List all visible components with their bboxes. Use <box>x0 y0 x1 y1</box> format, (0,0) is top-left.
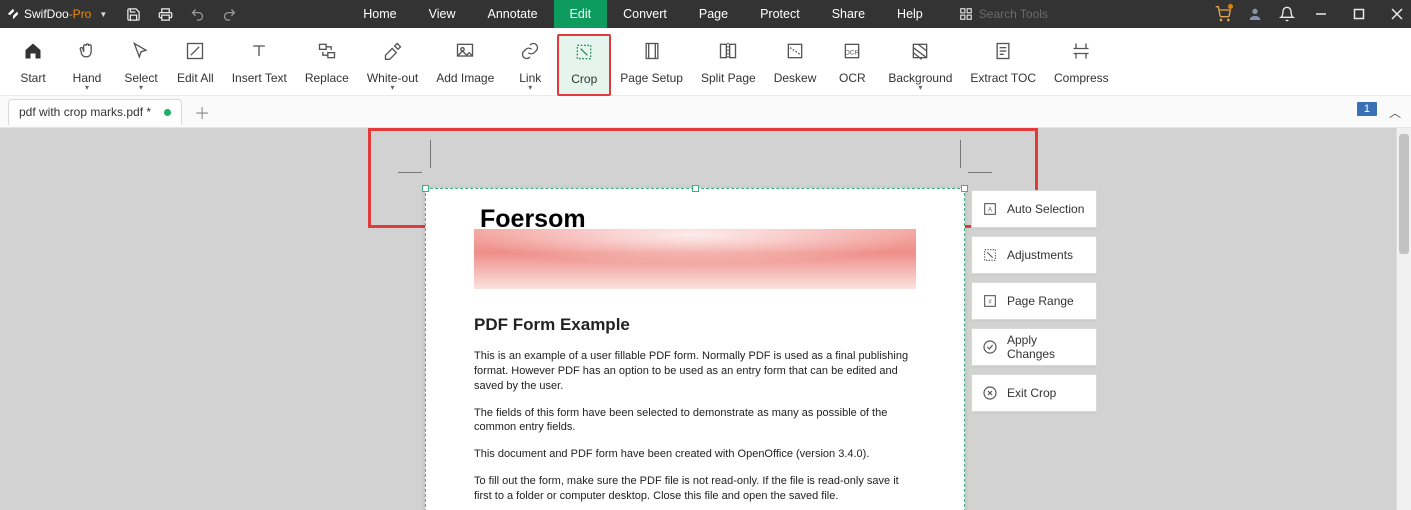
save-icon[interactable] <box>125 6 141 22</box>
crop-handle[interactable] <box>422 185 429 192</box>
menu-annotate[interactable]: Annotate <box>472 0 554 28</box>
doc-paragraph: The fields of this form have been select… <box>474 406 916 436</box>
page-counter[interactable]: 1 <box>1357 102 1377 116</box>
doc-paragraph: To fill out the form, make sure the PDF … <box>474 474 916 504</box>
menu-help[interactable]: Help <box>881 0 939 28</box>
apps-icon <box>959 7 973 21</box>
crop-page-range[interactable]: # Page Range <box>971 282 1097 320</box>
tab-modified-dot <box>164 109 171 116</box>
ribbon-whiteout[interactable]: White-out▾ <box>358 34 427 96</box>
svg-text:A: A <box>988 208 992 214</box>
app-icon <box>6 7 20 21</box>
ribbon-replace[interactable]: Replace <box>296 34 358 96</box>
svg-text:#: # <box>988 300 992 306</box>
crop-mark <box>960 140 961 168</box>
vertical-scrollbar[interactable] <box>1396 128 1411 510</box>
document-tab[interactable]: pdf with crop marks.pdf * <box>8 99 182 125</box>
app-name: SwifDoo-Pro <box>24 7 91 21</box>
scrollbar-thumb[interactable] <box>1399 134 1409 254</box>
menu-page[interactable]: Page <box>683 0 744 28</box>
undo-icon[interactable] <box>189 6 205 22</box>
search-input[interactable] <box>979 7 1089 21</box>
add-tab-button[interactable]: ＋ <box>194 100 210 124</box>
ribbon-select[interactable]: Select▾ <box>114 34 168 96</box>
app-logo: SwifDoo-Pro ▼ <box>6 7 111 21</box>
crop-mark <box>968 172 992 173</box>
ribbon-deskew[interactable]: Deskew <box>765 34 826 96</box>
crop-mark <box>398 172 422 173</box>
menu-convert[interactable]: Convert <box>607 0 683 28</box>
app-dropdown-icon[interactable]: ▼ <box>99 10 107 19</box>
ribbon-start[interactable]: Start <box>6 34 60 96</box>
doc-heading: PDF Form Example <box>474 315 916 335</box>
menu-protect[interactable]: Protect <box>744 0 816 28</box>
ribbon-crop[interactable]: Crop <box>557 34 611 96</box>
crop-panel: A Auto Selection Adjustments # Page Rang… <box>971 190 1097 412</box>
document-content: Foersom PDF Form Example This is an exam… <box>426 189 964 510</box>
crop-auto-selection[interactable]: A Auto Selection <box>971 190 1097 228</box>
crop-apply-changes[interactable]: Apply Changes <box>971 328 1097 366</box>
doc-banner <box>474 229 916 289</box>
ribbon-link[interactable]: Link▾ <box>503 34 557 96</box>
crop-mark <box>430 140 431 168</box>
menu-edit[interactable]: Edit <box>554 0 608 28</box>
ribbon-inserttext[interactable]: Insert Text <box>223 34 296 96</box>
canvas[interactable]: Foersom PDF Form Example This is an exam… <box>0 128 1396 510</box>
doc-paragraph: This is an example of a user fillable PD… <box>474 349 916 394</box>
ribbon-hand[interactable]: Hand▾ <box>60 34 114 96</box>
menu-view[interactable]: View <box>413 0 472 28</box>
page-crop-selection[interactable]: Foersom PDF Form Example This is an exam… <box>425 188 965 510</box>
user-icon[interactable] <box>1247 6 1263 22</box>
redo-icon[interactable] <box>221 6 237 22</box>
print-icon[interactable] <box>157 6 173 22</box>
menu-home[interactable]: Home <box>347 0 412 28</box>
ribbon-background[interactable]: Background▾ <box>879 34 961 96</box>
ribbon-splitpage[interactable]: Split Page <box>692 34 765 96</box>
ribbon-compress[interactable]: Compress <box>1045 34 1118 96</box>
bell-icon[interactable] <box>1279 6 1295 22</box>
ribbon: Start Hand▾ Select▾ Edit All Insert Text… <box>0 28 1411 96</box>
ribbon-extracttoc[interactable]: Extract TOC <box>961 34 1045 96</box>
workarea: Foersom PDF Form Example This is an exam… <box>0 128 1411 510</box>
svg-text:OCR: OCR <box>845 49 860 56</box>
shop-icon[interactable] <box>1215 6 1231 22</box>
menubar: Home View Annotate Edit Convert Page Pro… <box>347 0 938 28</box>
close-button[interactable] <box>1389 6 1405 22</box>
ribbon-ocr[interactable]: OCROCR <box>825 34 879 96</box>
titlebar: SwifDoo-Pro ▼ Home View Annotate Edit Co… <box>0 0 1411 28</box>
crop-exit[interactable]: Exit Crop <box>971 374 1097 412</box>
ribbon-editall[interactable]: Edit All <box>168 34 223 96</box>
doc-paragraph: This document and PDF form have been cre… <box>474 447 916 462</box>
ribbon-addimage[interactable]: Add Image <box>427 34 503 96</box>
crop-handle[interactable] <box>692 185 699 192</box>
minimize-button[interactable] <box>1313 6 1329 22</box>
crop-adjustments[interactable]: Adjustments <box>971 236 1097 274</box>
maximize-button[interactable] <box>1351 6 1367 22</box>
collapse-ribbon-icon[interactable]: ︿ <box>1389 104 1401 121</box>
document-tab-label: pdf with crop marks.pdf * <box>19 105 151 119</box>
crop-handle[interactable] <box>961 185 968 192</box>
search-tools[interactable] <box>959 7 1089 21</box>
document-tabbar: pdf with crop marks.pdf * ＋ 1 ︿ <box>0 96 1411 128</box>
menu-share[interactable]: Share <box>816 0 881 28</box>
ribbon-pagesetup[interactable]: Page Setup <box>611 34 692 96</box>
